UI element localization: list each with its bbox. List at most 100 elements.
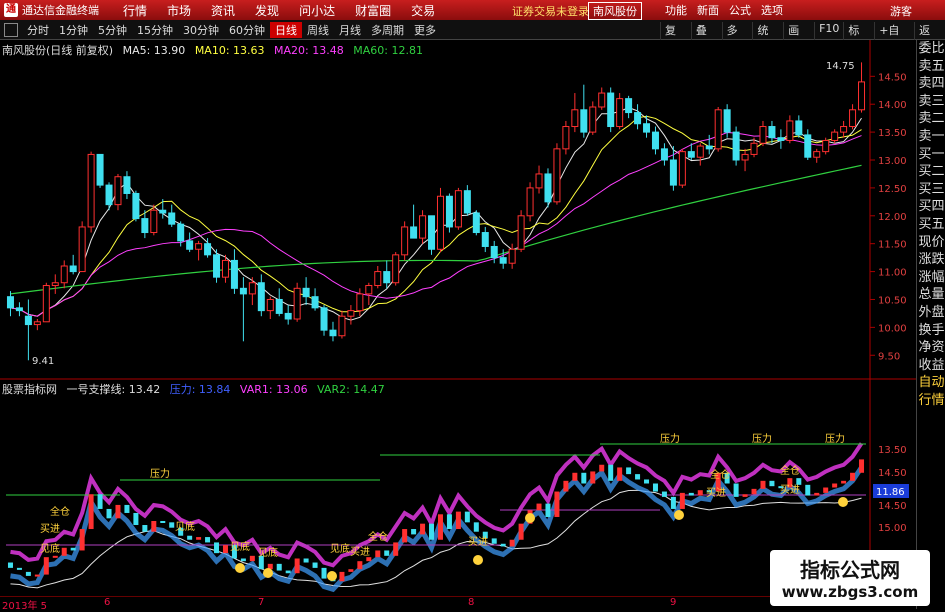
candle-body (508, 248, 516, 264)
indicator-candle (429, 523, 435, 540)
candle-body (616, 98, 624, 128)
menu-discover[interactable]: 发现 (245, 2, 289, 19)
signal-label: 全仓 (710, 468, 730, 481)
candle-body (723, 109, 731, 133)
candle-body (840, 126, 848, 133)
tf-30min[interactable]: 30分钟 (178, 22, 224, 38)
indicator-candle (626, 467, 632, 475)
sb-sell4[interactable]: 卖四 (917, 75, 945, 93)
watermark-url: www.zbgs3.com (781, 583, 919, 601)
sb-price[interactable]: 现价 (917, 234, 945, 252)
indicator-tick-label: 15.00 (878, 523, 907, 534)
candle-body (643, 123, 651, 133)
signal-label: 见底 (40, 542, 60, 555)
candle-body (284, 312, 292, 320)
tf-daily[interactable]: 日线 (270, 21, 302, 38)
sb-wei-bi[interactable]: 委比 (917, 40, 945, 58)
candle-body (150, 209, 158, 234)
indicator-candle (742, 494, 748, 497)
candle-body (239, 287, 247, 295)
money-bag-icon (525, 513, 535, 523)
candle-body (858, 81, 866, 111)
candle-body (392, 254, 400, 284)
candle-body (383, 271, 391, 284)
indicator-candle (599, 464, 605, 472)
indicator-candle (133, 512, 139, 526)
tf-1min[interactable]: 1分钟 (54, 22, 93, 38)
login-warning[interactable]: 证券交易未登录 (512, 3, 589, 19)
tf-multi[interactable]: 多周期 (366, 22, 409, 38)
sb-buy4[interactable]: 买四 (917, 198, 945, 216)
tf-more[interactable]: 更多 (409, 22, 441, 38)
candle-body (571, 109, 579, 128)
indicator-candle (769, 480, 775, 487)
menu-formula[interactable]: 公式 (729, 2, 751, 18)
tf-5min[interactable]: 5分钟 (93, 22, 132, 38)
candle-body (589, 106, 597, 133)
price-tick-label: 12.00 (878, 212, 907, 223)
sb-quotes[interactable]: 行情 (917, 392, 945, 410)
indicator-candle (661, 491, 667, 497)
tf-60min[interactable]: 60分钟 (224, 22, 270, 38)
sb-sell1[interactable]: 卖一 (917, 128, 945, 146)
menu-quotes[interactable]: 行情 (113, 2, 157, 19)
candle-body (24, 315, 32, 326)
menu-market[interactable]: 市场 (157, 2, 201, 19)
indicator-candle (61, 547, 67, 556)
menu-function[interactable]: 功能 (665, 2, 687, 18)
sb-earnings[interactable]: 收益 (917, 357, 945, 375)
price-tick-label: 11.50 (878, 240, 907, 251)
tf-intraday[interactable]: 分时 (22, 22, 54, 38)
toggle-panel-icon[interactable] (4, 22, 18, 37)
sb-outer[interactable]: 外盘 (917, 304, 945, 322)
current-stock[interactable]: 南风股份 (588, 2, 642, 20)
tf-weekly[interactable]: 周线 (302, 22, 334, 38)
menu-news[interactable]: 资讯 (201, 2, 245, 19)
indicator-candle (608, 464, 614, 481)
price-tick-label: 9.50 (878, 351, 900, 362)
indicator-candle (437, 514, 443, 540)
indicator-candle (187, 535, 193, 540)
menu-options[interactable]: 选项 (761, 2, 783, 18)
watermark-title: 指标公式网 (800, 558, 900, 582)
sb-turnover[interactable]: 换手 (917, 322, 945, 340)
candle-body (15, 307, 23, 312)
indicator-candle (652, 483, 658, 492)
candle-body (428, 215, 436, 250)
candle-body (159, 209, 167, 214)
menu-wealth[interactable]: 财富圈 (345, 2, 401, 19)
title-right-menu: 功能 新面 公式 选项 (665, 2, 793, 18)
tf-15min[interactable]: 15分钟 (132, 22, 178, 38)
price-chart[interactable]: 压力压力 压力 压力买进买进买进 买进买进见底见底见底见底 见底全仓全仓全仓 全仓 9.5… (0, 40, 916, 597)
indicator-candle (348, 569, 354, 572)
indicator-candle (384, 550, 390, 556)
candle-body (132, 192, 140, 220)
candle-body (759, 126, 767, 144)
sb-buy5[interactable]: 买五 (917, 216, 945, 234)
price-tick-label: 13.00 (878, 156, 907, 167)
date-label-sep: 9 (670, 597, 677, 608)
sb-volume[interactable]: 总量 (917, 286, 945, 304)
indicator-candle (446, 514, 452, 530)
sb-sell2[interactable]: 卖二 (917, 110, 945, 128)
sb-auto[interactable]: 自动 (917, 374, 945, 392)
var2-value: VAR2: 14.47 (317, 383, 385, 396)
tf-monthly[interactable]: 月线 (334, 22, 366, 38)
sb-sell3[interactable]: 卖三 (917, 93, 945, 111)
sb-buy1[interactable]: 买一 (917, 146, 945, 164)
candle-body (248, 282, 256, 295)
sb-sell5[interactable]: 卖五 (917, 58, 945, 76)
menu-trade[interactable]: 交易 (401, 2, 445, 19)
menu-ask[interactable]: 问小达 (289, 2, 345, 19)
guest-label[interactable]: 游客 (890, 3, 912, 19)
sb-buy2[interactable]: 买二 (917, 163, 945, 181)
low-price-label: 9.41 (32, 356, 54, 367)
candle-body (445, 195, 453, 228)
sb-buy3[interactable]: 买三 (917, 181, 945, 199)
candle-body (51, 282, 59, 287)
menu-new-page[interactable]: 新面 (697, 2, 719, 18)
sb-change[interactable]: 涨跌 (917, 251, 945, 269)
sb-net-asset[interactable]: 净资 (917, 339, 945, 357)
candle-body (329, 329, 337, 337)
sb-change-pct[interactable]: 涨幅 (917, 269, 945, 287)
